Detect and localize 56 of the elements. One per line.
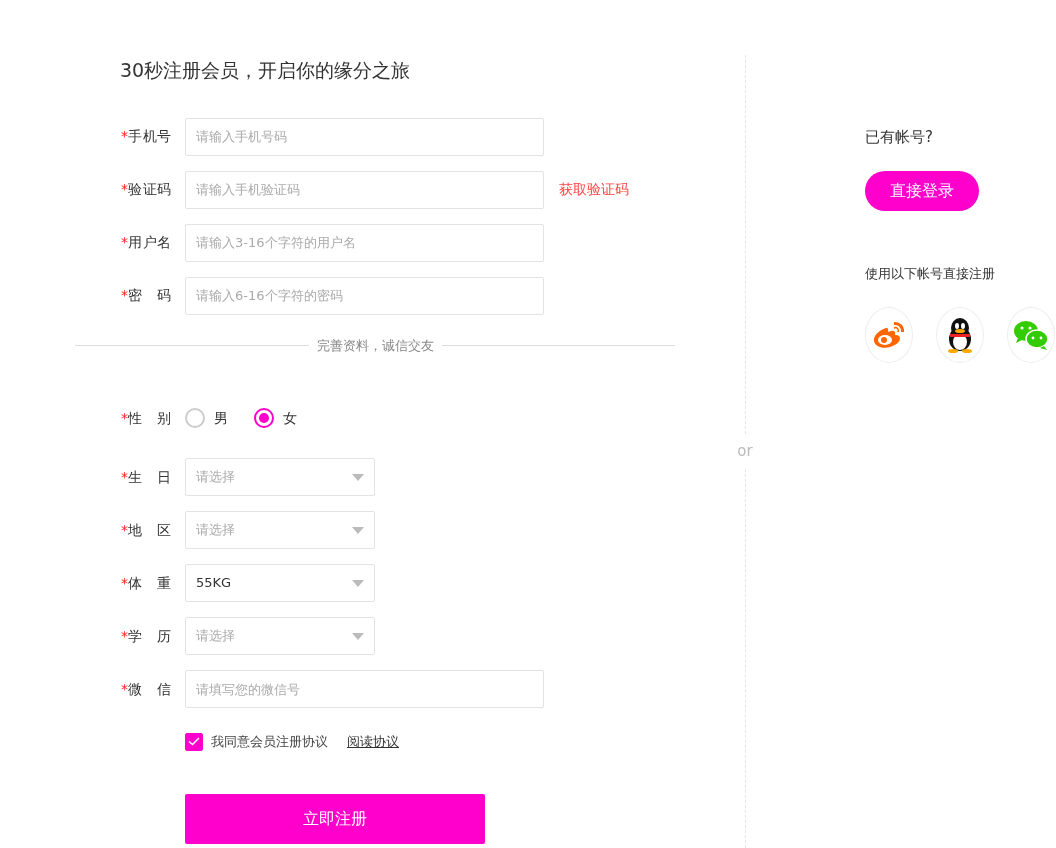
field-label: 用户名 [128,233,171,252]
chat-bubbles-icon [1013,319,1049,351]
login-prompt: 已有帐号? [865,127,934,148]
dropdown[interactable]: 请选择 [185,458,375,496]
penguin-icon [945,317,975,353]
input-field[interactable]: 请输入手机验证码 [185,170,544,209]
required-mark: * [121,679,128,699]
input-field[interactable]: 请输入手机号码 [185,117,544,156]
or-separator: or [737,441,753,463]
required-mark: * [121,573,128,593]
section-divider-text: 完善资料，诚信交友 [316,336,434,355]
required-mark: * [121,180,128,199]
required-mark: * [121,127,128,146]
read-agreement-link[interactable]: 阅读协议 [347,732,399,752]
register-button[interactable]: 立即注册 [185,793,485,844]
field-label: 学历 [128,626,171,646]
page-heading: 30秒注册会员，开启你的缘分之旅 [120,58,412,83]
field-label: 验证码 [128,180,171,199]
radio-button[interactable] [254,408,274,428]
dropdown-placeholder: 请选择 [196,521,235,540]
input-field[interactable]: 请输入6-16个字符的密码 [185,276,544,315]
field-label: 地区 [128,520,171,540]
dropdown-placeholder: 请选择 [196,627,235,646]
check-icon [188,737,200,747]
required-mark: * [121,233,128,252]
required-mark: * [121,408,128,428]
required-mark: * [121,467,128,487]
caret-icon [352,526,364,534]
radio-label: 女 [283,408,297,428]
checkbox[interactable] [185,732,203,751]
agreement-text: 我同意会员注册协议 [211,733,328,751]
caret-icon [352,632,364,640]
dropdown-value: 55KG [196,574,232,593]
social-login-button[interactable] [936,307,984,363]
radio-label: 男 [214,408,228,428]
dropdown-placeholder: 请选择 [196,468,235,487]
caret-icon [352,579,364,587]
get-code-link[interactable]: 获取验证码 [559,179,629,200]
caret-icon [352,473,364,481]
required-mark: * [121,626,128,646]
required-mark: * [121,520,128,540]
field-label: 手机号 [128,127,171,146]
dropdown[interactable]: 55KG [185,564,375,602]
login-button[interactable]: 直接登录 [865,170,979,211]
input-field[interactable]: 请输入3-16个字符的用户名 [185,223,544,262]
social-register-text: 使用以下帐号直接注册 [865,264,996,283]
dropdown[interactable]: 请选择 [185,617,375,655]
dropdown[interactable]: 请选择 [185,511,375,549]
field-label: 体重 [128,573,171,593]
input-field[interactable]: 请填写您的微信号 [185,670,544,708]
field-label: 生日 [128,467,171,487]
required-mark: * [121,286,128,305]
radio-button[interactable] [185,408,205,428]
field-label: 密码 [128,286,171,305]
field-label: 性别 [128,408,171,428]
field-label: 微信 [128,679,171,699]
